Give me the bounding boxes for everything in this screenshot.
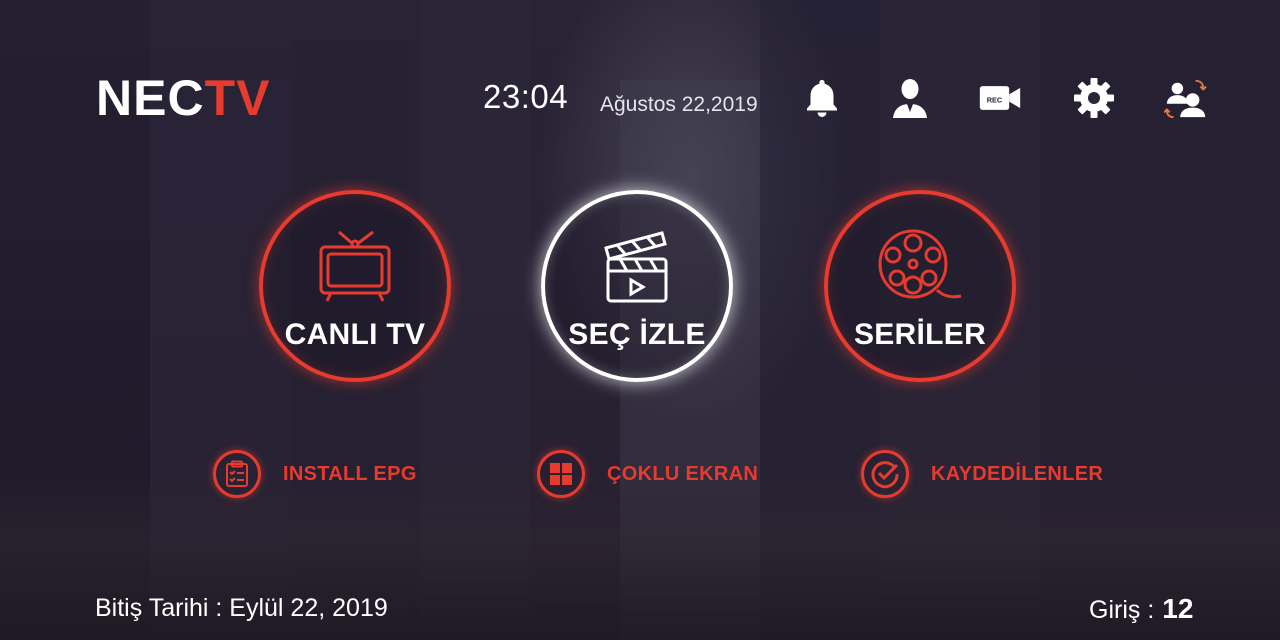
- install-epg-label: INSTALL EPG: [283, 462, 417, 485]
- coklu-ekran-label: ÇOKLU EKRAN: [607, 462, 759, 485]
- film-reel-icon: [877, 228, 963, 309]
- coklu-ekran-button[interactable]: ÇOKLU EKRAN: [537, 448, 758, 500]
- tile-canli-tv[interactable]: CANLI TV: [259, 190, 451, 382]
- clock-time: 23:04: [483, 78, 569, 115]
- gear-icon[interactable]: [1072, 76, 1116, 120]
- tile-sec-izle[interactable]: SEÇ İZLE: [541, 190, 733, 382]
- user-icon[interactable]: [888, 76, 932, 120]
- expiry-date: Bitiş Tarihi : Eylül 22, 2019: [95, 594, 388, 622]
- record-camera-icon[interactable]: REC: [978, 76, 1022, 120]
- bell-icon[interactable]: [800, 76, 844, 120]
- app-logo: NEC TV: [96, 70, 271, 126]
- tv-icon: [317, 228, 393, 307]
- tile-label: CANLI TV: [284, 318, 426, 351]
- rec-label: REC: [987, 96, 1003, 105]
- tile-label: SERİLER: [853, 318, 987, 351]
- login-label: Giriş :: [1089, 596, 1155, 624]
- login-count: Giriş :12: [1089, 593, 1193, 625]
- current-date: Ağustos 22,2019: [600, 93, 758, 116]
- install-epg-button[interactable]: INSTALL EPG: [213, 448, 417, 500]
- login-number: 12: [1162, 593, 1194, 624]
- tile-label: SEÇ İZLE: [568, 318, 706, 351]
- check-circle-icon: [861, 450, 909, 498]
- switch-user-icon[interactable]: [1164, 76, 1208, 120]
- grid-icon: [537, 450, 585, 498]
- kaydedilenler-button[interactable]: KAYDEDİLENLER: [861, 448, 1103, 500]
- kaydedilenler-label: KAYDEDİLENLER: [931, 462, 1104, 485]
- tile-seriler[interactable]: SERİLER: [824, 190, 1016, 382]
- clapperboard-icon: [602, 228, 672, 309]
- checklist-icon: [213, 450, 261, 498]
